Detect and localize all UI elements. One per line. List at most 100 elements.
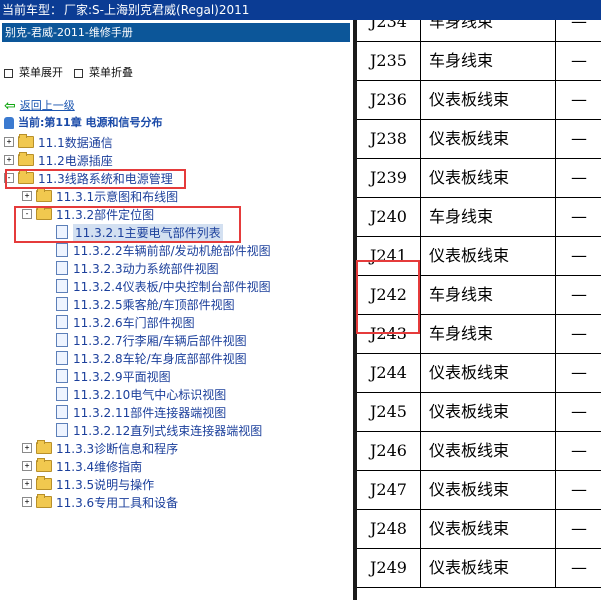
tree-item-label: 11.3.2.2车辆前部/发动机舱部件视图 xyxy=(73,243,271,258)
expand-toggle-icon[interactable]: + xyxy=(22,497,32,507)
tree-item[interactable]: 11.3.2.5乘客舱/车顶部件视图 xyxy=(56,295,235,313)
collapse-toggle-icon[interactable]: - xyxy=(4,173,14,183)
notes-cell: — xyxy=(571,324,587,343)
tree-item[interactable]: 11.3.2.3动力系统部件视图 xyxy=(56,259,219,277)
connector-table: J234 车身线束 — J235 车身线束 — J236 仪表板线束 — J238 仪表板线束 — J2… xyxy=(357,20,601,600)
table-row: J242 车身线束 — xyxy=(357,275,601,315)
harness-description: 仪表板线束 xyxy=(421,548,556,587)
current-model-value: 厂家:S-上海别克君威(Regal)2011 xyxy=(64,3,250,17)
table-row: J240 车身线束 — xyxy=(357,197,601,237)
folder-icon xyxy=(18,152,34,166)
table-row: J236 仪表板线束 — xyxy=(357,80,601,120)
tree-item-label: 11.3.6专用工具和设备 xyxy=(56,495,179,510)
tree-item[interactable]: 11.3.2.7行李厢/车辆后部件视图 xyxy=(56,331,247,349)
folder-icon xyxy=(36,206,52,220)
table-row: J247 仪表板线束 — xyxy=(357,470,601,510)
document-icon xyxy=(56,387,68,401)
tree-item[interactable]: 11.3.2.8车轮/车身底部部件视图 xyxy=(56,349,247,367)
connector-code: J249 xyxy=(357,548,421,587)
tree-item[interactable]: 11.3.2.10电气中心标识视图 xyxy=(56,385,226,403)
tree-item[interactable]: +11.3.3诊断信息和程序 xyxy=(22,439,178,457)
expand-toggle-icon[interactable]: + xyxy=(22,461,32,471)
connector-code: J238 xyxy=(357,119,421,158)
connector-code: J236 xyxy=(357,80,421,119)
tree-item[interactable]: 11.3.2.6车门部件视图 xyxy=(56,313,195,331)
notes-cell: — xyxy=(571,168,587,187)
top-bar: 当前车型： 厂家:S-上海别克君威(Regal)2011 xyxy=(0,0,601,20)
document-icon xyxy=(56,405,68,419)
expand-toggle-icon[interactable]: + xyxy=(4,155,14,165)
tree-item[interactable]: 11.3.2.2车辆前部/发动机舱部件视图 xyxy=(56,241,271,259)
harness-description: 车身线束 xyxy=(421,275,556,314)
tree-item-label: 11.3.2.11部件连接器端视图 xyxy=(73,405,227,420)
document-icon xyxy=(56,261,68,275)
tree-item[interactable]: 11.3.2.1主要电气部件列表 xyxy=(56,223,223,241)
connector-code: J244 xyxy=(357,353,421,392)
tree-item[interactable]: - 11.3.2部件定位图 xyxy=(22,205,154,223)
tree-item[interactable]: - 11.3线路系统和电源管理 xyxy=(4,169,173,187)
tree-item-label: 11.1数据通信 xyxy=(38,135,113,150)
tree-item[interactable]: 11.3.2.4仪表板/中央控制台部件视图 xyxy=(56,277,271,295)
document-icon xyxy=(56,225,68,239)
expand-toggle-icon[interactable]: + xyxy=(22,479,32,489)
tree-item[interactable]: +11.1数据通信 xyxy=(4,133,113,151)
tree-item-label: 11.3.2部件定位图 xyxy=(56,207,155,222)
table-row: J246 仪表板线束 — xyxy=(357,431,601,471)
tree-item[interactable]: +11.3.4维修指南 xyxy=(22,457,142,475)
harness-description: 仪表板线束 xyxy=(421,470,556,509)
tree-item-label: 11.3.2.7行李厢/车辆后部件视图 xyxy=(73,333,247,348)
tree-item[interactable]: +11.3.5说明与操作 xyxy=(22,475,154,493)
folder-icon xyxy=(36,476,52,490)
harness-description: 车身线束 xyxy=(421,314,556,353)
tree-item[interactable]: 11.3.2.12直列式线束连接器端视图 xyxy=(56,421,262,439)
back-link[interactable]: ⇦ 返回上一级 xyxy=(4,98,75,114)
notes-cell: — xyxy=(571,246,587,265)
current-chapter: 当前:第11章 电源和信号分布 xyxy=(4,115,163,131)
harness-description: 车身线束 xyxy=(421,197,556,236)
collapse-all-icon xyxy=(74,68,83,78)
harness-description: 仪表板线束 xyxy=(421,158,556,197)
connector-code: J234 xyxy=(357,20,421,41)
connector-code: J245 xyxy=(357,392,421,431)
document-icon xyxy=(56,297,68,311)
connector-code: J242 xyxy=(357,275,421,314)
collapse-toggle-icon[interactable]: - xyxy=(22,209,32,219)
collapse-all-button[interactable]: 菜单折叠 xyxy=(74,66,133,80)
harness-description: 仪表板线束 xyxy=(421,353,556,392)
expand-all-button[interactable]: 菜单展开 xyxy=(4,66,63,80)
tree-item-label: 11.2电源插座 xyxy=(38,153,113,168)
notes-cell: — xyxy=(571,285,587,304)
tree-item-label: 11.3.3诊断信息和程序 xyxy=(56,441,179,456)
tree-item-label: 11.3.5说明与操作 xyxy=(56,477,155,492)
harness-description: 仪表板线束 xyxy=(421,119,556,158)
notes-cell: — xyxy=(571,20,587,31)
tree-item[interactable]: +11.3.1示意图和布线图 xyxy=(22,187,178,205)
connector-code: J246 xyxy=(357,431,421,470)
expand-toggle-icon[interactable]: + xyxy=(22,191,32,201)
tree-item[interactable]: +11.2电源插座 xyxy=(4,151,113,169)
chapter-icon xyxy=(4,117,14,129)
current-model-label: 当前车型： xyxy=(2,3,63,17)
expand-toggle-icon[interactable]: + xyxy=(22,443,32,453)
tree-item-label: 11.3.1示意图和布线图 xyxy=(56,189,179,204)
folder-icon xyxy=(18,134,34,148)
notes-cell: — xyxy=(571,207,587,226)
tree-item[interactable]: 11.3.2.9平面视图 xyxy=(56,367,171,385)
notes-cell: — xyxy=(571,558,587,577)
notes-cell: — xyxy=(571,441,587,460)
tree-item-label: 11.3.2.3动力系统部件视图 xyxy=(73,261,219,276)
expand-toggle-icon[interactable]: + xyxy=(4,137,14,147)
tree-item[interactable]: +11.3.6专用工具和设备 xyxy=(22,493,178,511)
tree-item-label: 11.3.2.4仪表板/中央控制台部件视图 xyxy=(73,279,271,294)
harness-description: 仪表板线束 xyxy=(421,80,556,119)
table-row: J245 仪表板线束 — xyxy=(357,392,601,432)
tree-item-label: 11.3.2.10电气中心标识视图 xyxy=(73,387,227,402)
tree-item-label: 11.3.2.6车门部件视图 xyxy=(73,315,195,330)
notes-cell: — xyxy=(571,480,587,499)
table-row: J235 车身线束 — xyxy=(357,41,601,81)
table-row: J249 仪表板线束 — xyxy=(357,548,601,588)
folder-icon xyxy=(18,170,34,184)
tree-item[interactable]: 11.3.2.11部件连接器端视图 xyxy=(56,403,226,421)
notes-cell: — xyxy=(571,402,587,421)
table-row: J234 车身线束 — xyxy=(357,20,601,42)
